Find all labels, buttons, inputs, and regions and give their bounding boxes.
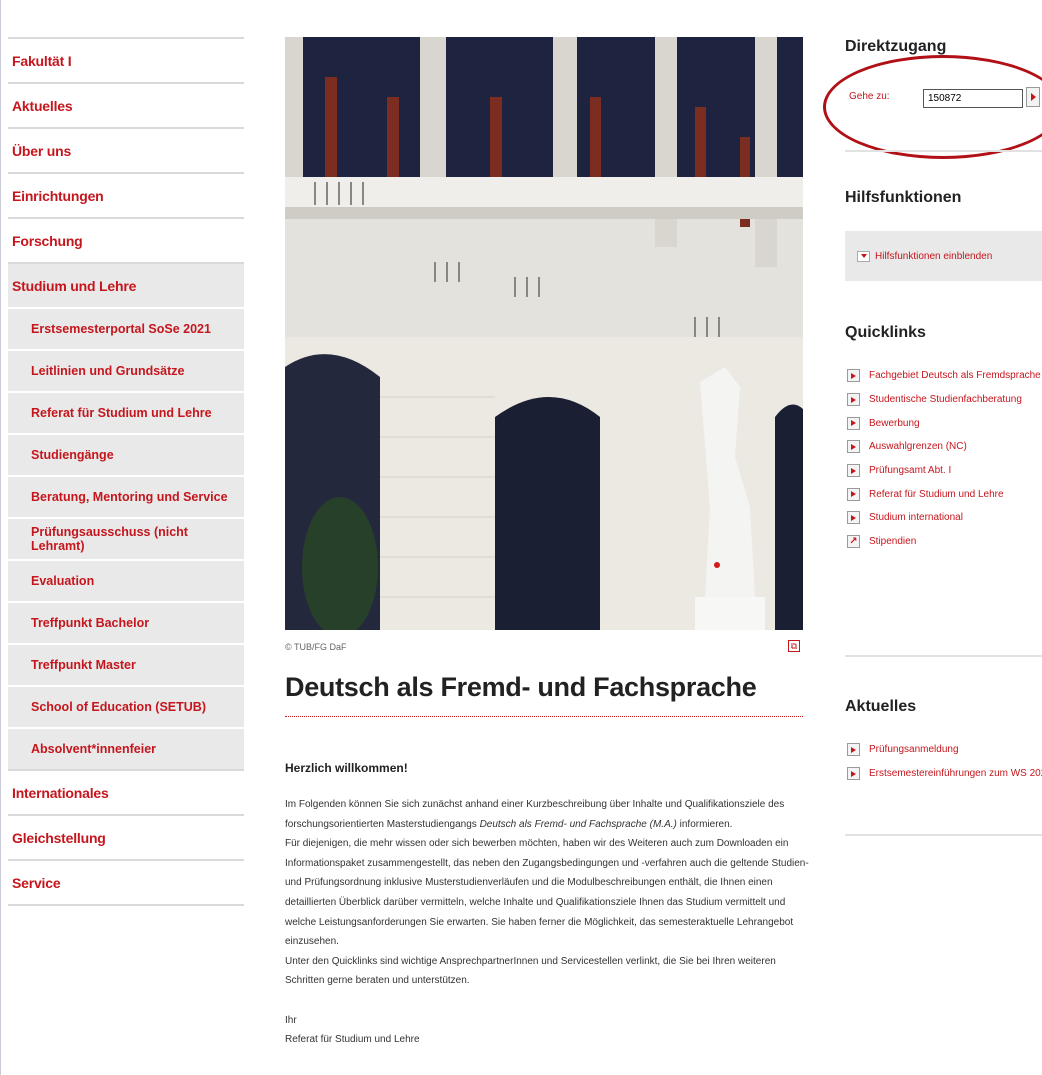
quicklink-auswahlgrenzen[interactable]: Auswahlgrenzen (NC) <box>847 435 1041 459</box>
quicklink-studienfachberatung[interactable]: Studentische Studienfachberatung <box>847 388 1041 412</box>
nav-sub-studiengaenge[interactable]: Studiengänge <box>8 433 244 475</box>
hilfsfunktionen-toggle-label: Hilfsfunktionen einblenden <box>875 250 993 262</box>
arrow-right-icon <box>847 487 860 501</box>
quicklink-fachgebiet-daf[interactable]: Fachgebiet Deutsch als Fremdsprache <box>847 364 1041 388</box>
quicklink-bewerbung[interactable]: Bewerbung <box>847 411 1041 435</box>
hero-image <box>285 37 803 630</box>
nav-item-ueber-uns[interactable]: Über uns <box>8 127 244 172</box>
nav-divider <box>8 904 244 906</box>
quicklinks-list: Fachgebiet Deutsch als Fremdsprache Stud… <box>847 364 1041 554</box>
nav-sub-school-of-education[interactable]: School of Education (SETUB) <box>8 685 244 727</box>
arrow-right-icon <box>847 767 860 781</box>
quicklink-stipendien[interactable]: ↗ Stipendien <box>847 530 1041 554</box>
nav-item-fakultaet[interactable]: Fakultät I <box>8 37 244 82</box>
external-link-icon: ↗ <box>847 535 860 549</box>
intro-paragraph-1: Im Folgenden können Sie sich zunächst an… <box>285 799 785 830</box>
arrow-right-icon <box>847 464 860 478</box>
goto-submit-button[interactable] <box>1026 87 1040 107</box>
arrow-right-icon <box>847 511 860 525</box>
nav-sub-pruefungsausschuss[interactable]: Prüfungsausschuss (nicht Lehramt) <box>8 517 244 559</box>
image-caption: © TUB/FG DaF <box>285 642 347 652</box>
arrow-right-icon <box>847 369 860 383</box>
news-pruefungsanmeldung[interactable]: Prüfungsanmeldung <box>847 738 1042 762</box>
courtyard-illustration <box>285 37 803 630</box>
quicklink-pruefungsamt[interactable]: Prüfungsamt Abt. I <box>847 459 1041 483</box>
nav-item-studium-und-lehre[interactable]: Studium und Lehre <box>8 262 244 307</box>
nav-sub-treffpunkt-bachelor[interactable]: Treffpunkt Bachelor <box>8 601 244 643</box>
aktuelles-list: Prüfungsanmeldung Erstsemestereinführung… <box>847 738 1042 785</box>
nav-item-internationales[interactable]: Internationales <box>8 769 244 814</box>
arrow-right-icon <box>847 440 860 454</box>
right-divider <box>845 150 1042 152</box>
nav-sub-erstsemesterportal[interactable]: Erstsemesterportal SoSe 2021 <box>8 307 244 349</box>
page-title: Deutsch als Fremd- und Fachsprache <box>285 672 757 702</box>
title-divider <box>285 716 803 717</box>
enlarge-image-icon[interactable]: ⧉ <box>788 640 800 652</box>
nav-item-aktuelles[interactable]: Aktuelles <box>8 82 244 127</box>
nav-item-einrichtungen[interactable]: Einrichtungen <box>8 172 244 217</box>
nav-subitems: Erstsemesterportal SoSe 2021 Leitlinien … <box>8 307 244 769</box>
right-divider <box>845 834 1042 836</box>
hilfsfunktionen-heading: Hilfsfunktionen <box>845 189 962 206</box>
sidebar-nav: Fakultät I Aktuelles Über uns Einrichtun… <box>8 37 244 906</box>
news-erstsemestereinfuehrungen[interactable]: Erstsemestereinführungen zum WS 2020 <box>847 762 1042 786</box>
direktzugang-heading: Direktzugang <box>845 38 947 55</box>
arrow-right-icon <box>847 416 860 430</box>
intro-paragraph-3: Unter den Quicklinks sind wichtige Anspr… <box>285 955 776 987</box>
goto-input[interactable] <box>923 89 1023 108</box>
nav-sub-beratung[interactable]: Beratung, Mentoring und Service <box>8 475 244 517</box>
aktuelles-heading: Aktuelles <box>845 698 917 715</box>
goto-label: Gehe zu: <box>849 91 890 102</box>
intro-paragraph-2: Für diejenigen, die mehr wissen oder sic… <box>285 838 809 948</box>
signature-line-1: Ihr <box>285 1014 297 1026</box>
nav-item-service[interactable]: Service <box>8 859 244 904</box>
hilfsfunktionen-toggle[interactable]: Hilfsfunktionen einblenden <box>845 231 1042 281</box>
signature-line-2: Referat für Studium und Lehre <box>285 1034 420 1046</box>
nav-sub-leitlinien[interactable]: Leitlinien und Grundsätze <box>8 349 244 391</box>
intro-text: Im Folgenden können Sie sich zunächst an… <box>285 795 810 1050</box>
nav-item-forschung[interactable]: Forschung <box>8 217 244 262</box>
nav-sub-absolventenfeier[interactable]: Absolvent*innenfeier <box>8 727 244 769</box>
right-divider <box>845 655 1042 657</box>
dropdown-arrow-icon <box>857 250 870 262</box>
nav-sub-referat[interactable]: Referat für Studium und Lehre <box>8 391 244 433</box>
quicklinks-heading: Quicklinks <box>845 324 926 341</box>
nav-item-gleichstellung[interactable]: Gleichstellung <box>8 814 244 859</box>
nav-sub-evaluation[interactable]: Evaluation <box>8 559 244 601</box>
nav-sub-treffpunkt-master[interactable]: Treffpunkt Master <box>8 643 244 685</box>
arrow-right-icon <box>847 743 860 757</box>
left-border <box>0 0 1 1075</box>
play-arrow-icon <box>1030 93 1036 101</box>
quicklink-studium-international[interactable]: Studium international <box>847 506 1041 530</box>
quicklink-referat[interactable]: Referat für Studium und Lehre <box>847 482 1041 506</box>
welcome-heading: Herzlich willkommen! <box>285 761 408 775</box>
arrow-right-icon <box>847 393 860 407</box>
